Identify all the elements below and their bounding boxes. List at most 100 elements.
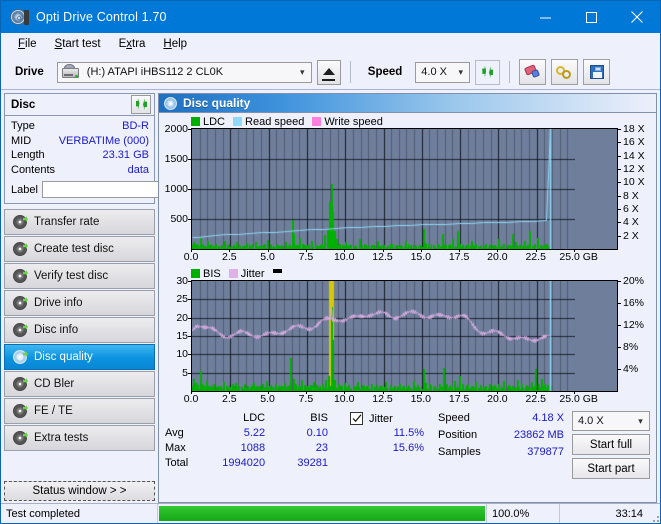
disc-test-icon <box>13 296 27 310</box>
disc-label-key: Label <box>11 184 38 196</box>
sidebar-item-verify-test-disc[interactable]: Verify test disc <box>4 263 155 289</box>
menu-bar: File Start test Extra Help <box>1 33 660 55</box>
disc-row-value: data <box>128 164 149 176</box>
chevron-down-icon: ▾ <box>294 67 311 78</box>
status-message: Test completed <box>1 504 158 523</box>
maximize-button[interactable] <box>568 1 614 33</box>
jitter-toggle-row[interactable]: Jitter <box>350 411 424 426</box>
position-key: Position <box>438 428 494 443</box>
chart-top-y-axis: 500100015002000 <box>161 128 191 250</box>
toolbar-divider <box>350 61 351 83</box>
jitter-checkbox[interactable] <box>350 412 363 425</box>
menu-item-extra[interactable]: Extra <box>110 36 155 52</box>
samples-key: Samples <box>438 445 494 460</box>
disc-row-length: Length 23.31 GB <box>11 148 149 163</box>
chart-bottom-y-axis: 51015202530 <box>161 280 191 392</box>
sidebar-item-disc-info[interactable]: Disc info <box>4 317 155 343</box>
body: Disc Type BD-R MID VERBATIMe (000) <box>1 90 660 503</box>
samples-value: 379877 <box>494 445 564 460</box>
erase-disc-button[interactable] <box>519 59 546 85</box>
axis-tick-label: 10.0 <box>334 393 354 405</box>
sidebar-item-create-test-disc[interactable]: Create test disc <box>4 236 155 262</box>
sidebar-item-label: Disc quality <box>34 351 93 363</box>
samples-row: Samples 379877 <box>438 445 564 460</box>
stats-bis-avg: 0.10 <box>273 426 328 441</box>
close-button[interactable] <box>614 1 660 33</box>
stats-bis-total: 39281 <box>273 456 328 471</box>
drive-icon <box>62 65 79 79</box>
disc-test-icon <box>13 215 27 229</box>
plug-icon <box>556 65 573 80</box>
window-title: Opti Drive Control 1.70 <box>36 10 522 24</box>
menu-label-help: elp <box>172 38 187 50</box>
floppy-save-icon <box>590 65 604 79</box>
panel-title: Disc quality <box>183 96 250 110</box>
stats-col-bis: BIS 0.10 23 39281 <box>273 411 328 471</box>
start-full-button[interactable]: Start full <box>572 434 650 455</box>
minimize-button[interactable] <box>522 1 568 33</box>
stats-bis-max: 23 <box>273 441 328 456</box>
menu-label-start-test: tart test <box>62 38 100 50</box>
speed-value: 4.18 X <box>494 411 564 426</box>
menu-label-extra: tra <box>132 38 145 50</box>
plugin-button[interactable] <box>551 59 578 85</box>
stats-ldc-total: 1994020 <box>210 456 265 471</box>
disc-row-value: VERBATIMe (000) <box>59 135 149 147</box>
sidebar-item-transfer-rate[interactable]: Transfer rate <box>4 209 155 235</box>
axis-tick-label: 2.5 <box>222 393 237 405</box>
disc-row-key: Length <box>11 149 45 161</box>
sidebar-item-extra-tests[interactable]: Extra tests <box>4 425 155 451</box>
menu-item-file[interactable]: File <box>9 36 46 52</box>
menu-item-help[interactable]: Help <box>154 36 196 52</box>
chart-top-legend: LDC Read speed Write speed <box>161 115 654 128</box>
sidebar-item-label: Transfer rate <box>34 216 99 228</box>
disc-test-icon <box>13 431 27 445</box>
sidebar-item-fe-te[interactable]: FE / TE <box>4 398 155 424</box>
disc-quality-icon <box>164 97 177 110</box>
resize-grip[interactable] <box>648 504 660 523</box>
disc-test-icon <box>13 269 27 283</box>
axis-tick-label: 5.0 <box>260 393 275 405</box>
axis-tick-label: 2 X <box>623 230 639 242</box>
drive-label: Drive <box>7 66 52 78</box>
disc-row-key: Contents <box>11 164 55 176</box>
sidebar-item-cd-bler[interactable]: CD Bler <box>4 371 155 397</box>
chart-top-plot-area <box>191 128 618 250</box>
sidebar-item-drive-info[interactable]: Drive info <box>4 290 155 316</box>
stats-label-max: Max <box>165 441 188 456</box>
sidebar-item-disc-quality[interactable]: Disc quality <box>4 344 155 370</box>
refresh-icon <box>134 97 149 112</box>
save-button[interactable] <box>583 59 610 85</box>
refresh-drive-button[interactable] <box>475 60 500 85</box>
axis-tick-label: 16% <box>623 297 644 309</box>
axis-tick-label: 10 <box>176 348 188 360</box>
axis-tick-label: 12.5 <box>372 251 392 263</box>
sidebar-item-label: FE / TE <box>34 405 73 417</box>
title-bar: Opti Drive Control 1.70 <box>1 1 660 33</box>
chart-top: LDC Read speed Write speed 5001000150020… <box>159 113 656 265</box>
disc-test-icon <box>13 377 27 391</box>
main-panel: Disc quality LDC Read speed Write speed <box>158 93 657 503</box>
test-speed-select[interactable]: 4.0 X ▾ <box>572 411 650 431</box>
jitter-label: Jitter <box>369 413 393 425</box>
jitter-values: 11.5% 15.6% <box>350 426 424 471</box>
refresh-icon <box>480 65 495 80</box>
menu-label-file: ile <box>25 38 37 50</box>
start-part-button[interactable]: Start part <box>572 458 650 479</box>
app-disc-icon <box>10 8 28 26</box>
status-bar: Test completed 100.0% 33:14 <box>1 503 660 523</box>
disc-refresh-button[interactable] <box>131 95 151 114</box>
eject-button[interactable] <box>317 60 341 85</box>
menu-item-start-test[interactable]: Start test <box>46 36 110 52</box>
axis-tick-label: 500 <box>170 213 188 225</box>
stats-row-labels: Avg Max Total <box>165 411 188 471</box>
status-window-button[interactable]: Status window > > <box>4 481 155 501</box>
jitter-max: 15.6% <box>350 441 424 456</box>
app-window: Opti Drive Control 1.70 File Start test … <box>0 0 661 524</box>
stats-label-total: Total <box>165 456 188 471</box>
speed-label: Speed <box>360 66 411 78</box>
speed-select[interactable]: 4.0 X ▾ <box>415 62 470 83</box>
axis-tick-label: 10 X <box>623 176 645 188</box>
drive-select[interactable]: (H:) ATAPI iHBS112 2 CL0K ▾ <box>57 62 312 83</box>
legend-swatch <box>191 117 200 126</box>
